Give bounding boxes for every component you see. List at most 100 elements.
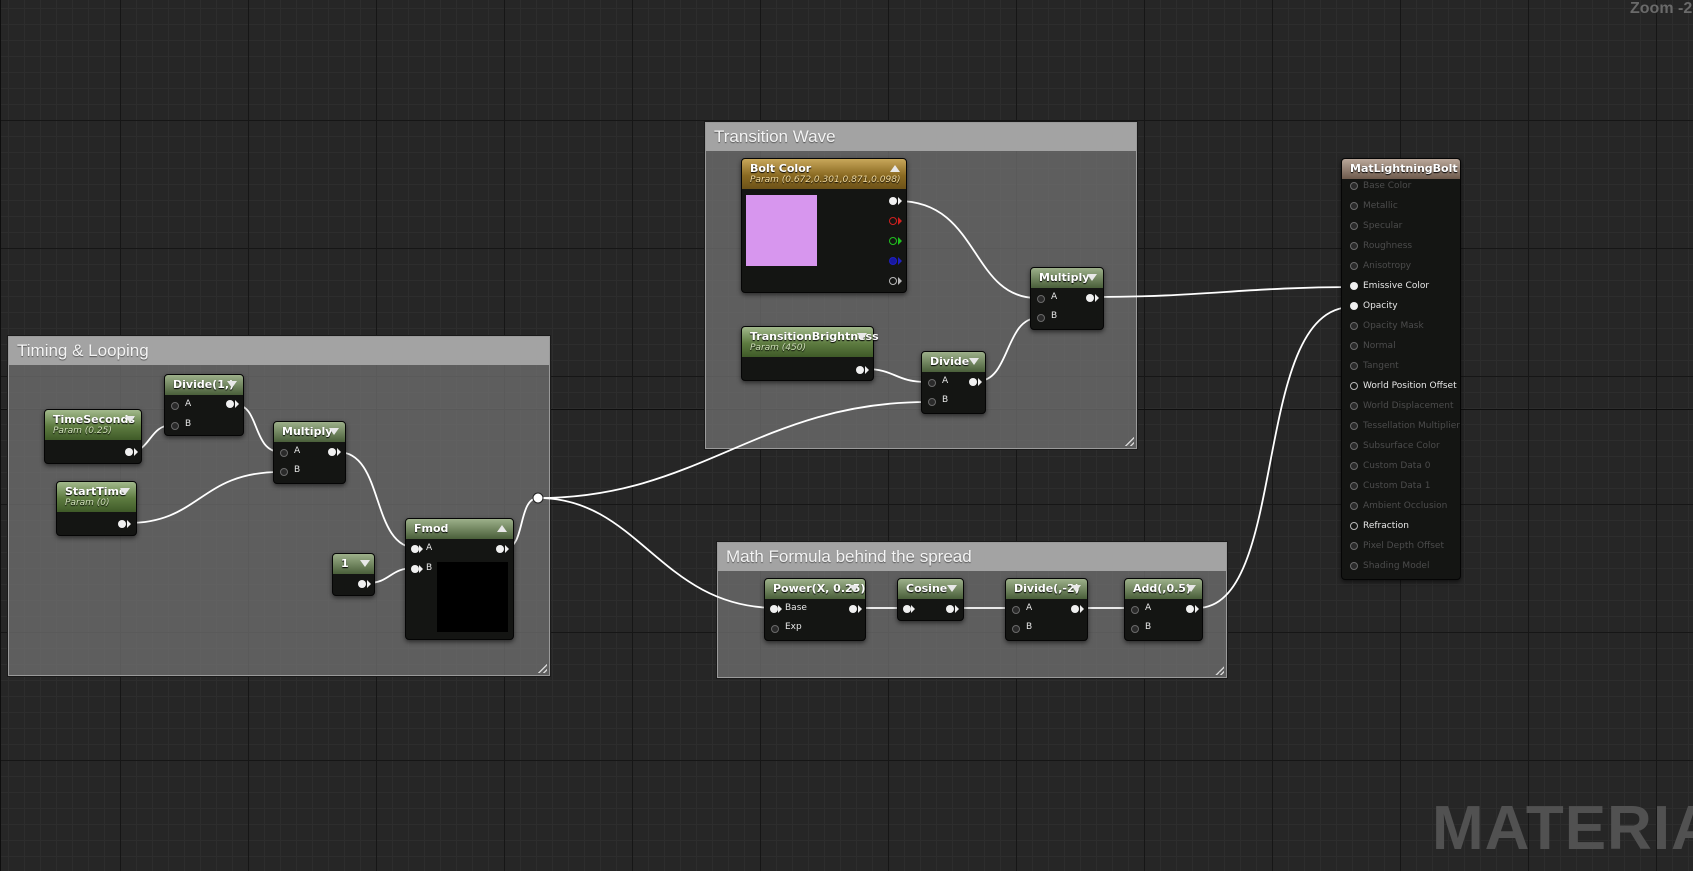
node-header[interactable]: Power(X, 0.25): [765, 579, 865, 599]
node-header[interactable]: Multiply: [274, 422, 345, 442]
input-pin-a[interactable]: [280, 449, 288, 457]
node-header[interactable]: Divide(,-2): [1006, 579, 1087, 599]
material-input-pin[interactable]: [1350, 522, 1358, 530]
output-pin[interactable]: [226, 400, 234, 408]
material-input-pin[interactable]: [1350, 502, 1358, 510]
input-pin-a[interactable]: [928, 379, 936, 387]
material-input-row[interactable]: Refraction: [1342, 518, 1460, 536]
output-pin-g[interactable]: [889, 237, 897, 245]
node-divide-2[interactable]: Divide A B: [921, 351, 986, 414]
node-fmod[interactable]: Fmod A B: [405, 518, 514, 640]
material-input-row[interactable]: Tangent: [1342, 358, 1460, 376]
material-input-pin[interactable]: [1350, 422, 1358, 430]
collapse-caret-icon[interactable]: [857, 333, 867, 340]
output-pin[interactable]: [118, 520, 126, 528]
node-header[interactable]: Multiply: [1031, 268, 1103, 288]
material-input-row[interactable]: Custom Data 1: [1342, 478, 1460, 496]
input-pin-b[interactable]: [1012, 625, 1020, 633]
material-input-row[interactable]: Metallic: [1342, 198, 1460, 216]
node-header[interactable]: StartTime Param (0): [57, 482, 136, 512]
material-input-pin[interactable]: [1350, 562, 1358, 570]
input-pin-b[interactable]: [1037, 314, 1045, 322]
material-input-pin[interactable]: [1350, 262, 1358, 270]
node-header[interactable]: TimeSeconds Param (0.25): [45, 410, 141, 440]
input-pin-b[interactable]: [280, 468, 288, 476]
output-pin[interactable]: [496, 545, 504, 553]
material-input-pin[interactable]: [1350, 182, 1358, 190]
output-pin[interactable]: [1071, 605, 1079, 613]
node-header[interactable]: 1: [333, 554, 374, 574]
material-input-row[interactable]: Subsurface Color: [1342, 438, 1460, 456]
input-pin-b[interactable]: [171, 422, 179, 430]
node-material-output[interactable]: MatLightningBolt Base Color Metallic Specu…: [1341, 158, 1461, 580]
node-header[interactable]: Divide: [922, 352, 985, 372]
resize-grip[interactable]: [1124, 436, 1134, 446]
output-pin-r[interactable]: [889, 217, 897, 225]
node-start-time[interactable]: StartTime Param (0): [56, 481, 137, 536]
output-pin[interactable]: [328, 448, 336, 456]
node-header[interactable]: Fmod: [406, 519, 513, 539]
collapse-caret-icon[interactable]: [120, 488, 130, 495]
input-pin-a[interactable]: [1131, 606, 1139, 614]
material-input-row[interactable]: Pixel Depth Offset: [1342, 538, 1460, 556]
material-input-pin[interactable]: [1350, 222, 1358, 230]
material-input-row[interactable]: Specular: [1342, 218, 1460, 236]
material-input-pin[interactable]: [1350, 322, 1358, 330]
input-pin-base[interactable]: [770, 605, 778, 613]
collapse-caret-icon[interactable]: [329, 428, 339, 435]
input-pin-a[interactable]: [1037, 295, 1045, 303]
input-pin[interactable]: [903, 605, 911, 613]
comment-title[interactable]: Timing & Looping: [9, 337, 549, 365]
material-input-pin[interactable]: [1350, 282, 1358, 290]
node-header[interactable]: TransitionBrightness Param (450): [742, 327, 879, 357]
collapse-caret-up-icon[interactable]: [890, 165, 900, 172]
material-input-row[interactable]: World Position Offset: [1342, 378, 1460, 396]
material-input-row[interactable]: Custom Data 0: [1342, 458, 1460, 476]
collapse-caret-icon[interactable]: [1071, 585, 1081, 592]
output-pin-rgb[interactable]: [889, 197, 897, 205]
material-input-row[interactable]: World Displacement: [1342, 398, 1460, 416]
material-input-pin[interactable]: [1350, 482, 1358, 490]
node-header[interactable]: Cosine: [898, 579, 963, 599]
node-add[interactable]: Add(,0.5) A B: [1124, 578, 1203, 641]
node-divide-neg2[interactable]: Divide(,-2) A B: [1005, 578, 1088, 641]
collapse-caret-icon[interactable]: [227, 381, 237, 388]
node-transition-brightness[interactable]: TransitionBrightness Param (450): [741, 326, 879, 381]
collapse-caret-up-icon[interactable]: [497, 525, 507, 532]
collapse-caret-icon[interactable]: [969, 358, 979, 365]
output-pin[interactable]: [125, 448, 133, 456]
output-pin[interactable]: [1086, 294, 1094, 302]
output-pin[interactable]: [1186, 605, 1194, 613]
material-input-pin[interactable]: [1350, 362, 1358, 370]
output-pin[interactable]: [856, 366, 864, 374]
input-pin-exp[interactable]: [771, 625, 779, 633]
collapse-caret-icon[interactable]: [360, 560, 370, 567]
output-pin[interactable]: [946, 605, 954, 613]
material-input-pin[interactable]: [1350, 302, 1358, 310]
input-pin-a[interactable]: [1012, 606, 1020, 614]
output-pin[interactable]: [849, 605, 857, 613]
material-input-row[interactable]: Opacity: [1342, 298, 1460, 316]
collapse-caret-icon[interactable]: [849, 585, 859, 592]
node-multiply-2[interactable]: Multiply A B: [1030, 267, 1104, 330]
node-header[interactable]: Bolt Color Param (0.672,0.301,0.871,0.09…: [742, 159, 906, 189]
material-input-row[interactable]: Emissive Color: [1342, 278, 1460, 296]
collapse-caret-icon[interactable]: [1186, 585, 1196, 592]
material-input-pin[interactable]: [1350, 342, 1358, 350]
node-power[interactable]: Power(X, 0.25) Base Exp: [764, 578, 866, 641]
material-input-row[interactable]: Shading Model: [1342, 558, 1460, 576]
input-pin-a[interactable]: [411, 545, 419, 553]
node-header[interactable]: Add(,0.5): [1125, 579, 1202, 599]
node-bolt-color[interactable]: Bolt Color Param (0.672,0.301,0.871,0.09…: [741, 158, 907, 293]
material-input-pin[interactable]: [1350, 402, 1358, 410]
output-pin[interactable]: [358, 580, 366, 588]
material-input-pin[interactable]: [1350, 542, 1358, 550]
resize-grip[interactable]: [1214, 665, 1224, 675]
node-header[interactable]: Divide(1,): [165, 375, 243, 395]
node-constant-1[interactable]: 1: [332, 553, 375, 596]
input-pin-b[interactable]: [411, 565, 419, 573]
comment-title[interactable]: Transition Wave: [706, 123, 1136, 151]
material-input-row[interactable]: Tessellation Multiplier: [1342, 418, 1460, 436]
collapse-caret-icon[interactable]: [1087, 274, 1097, 281]
collapse-caret-icon[interactable]: [947, 585, 957, 592]
